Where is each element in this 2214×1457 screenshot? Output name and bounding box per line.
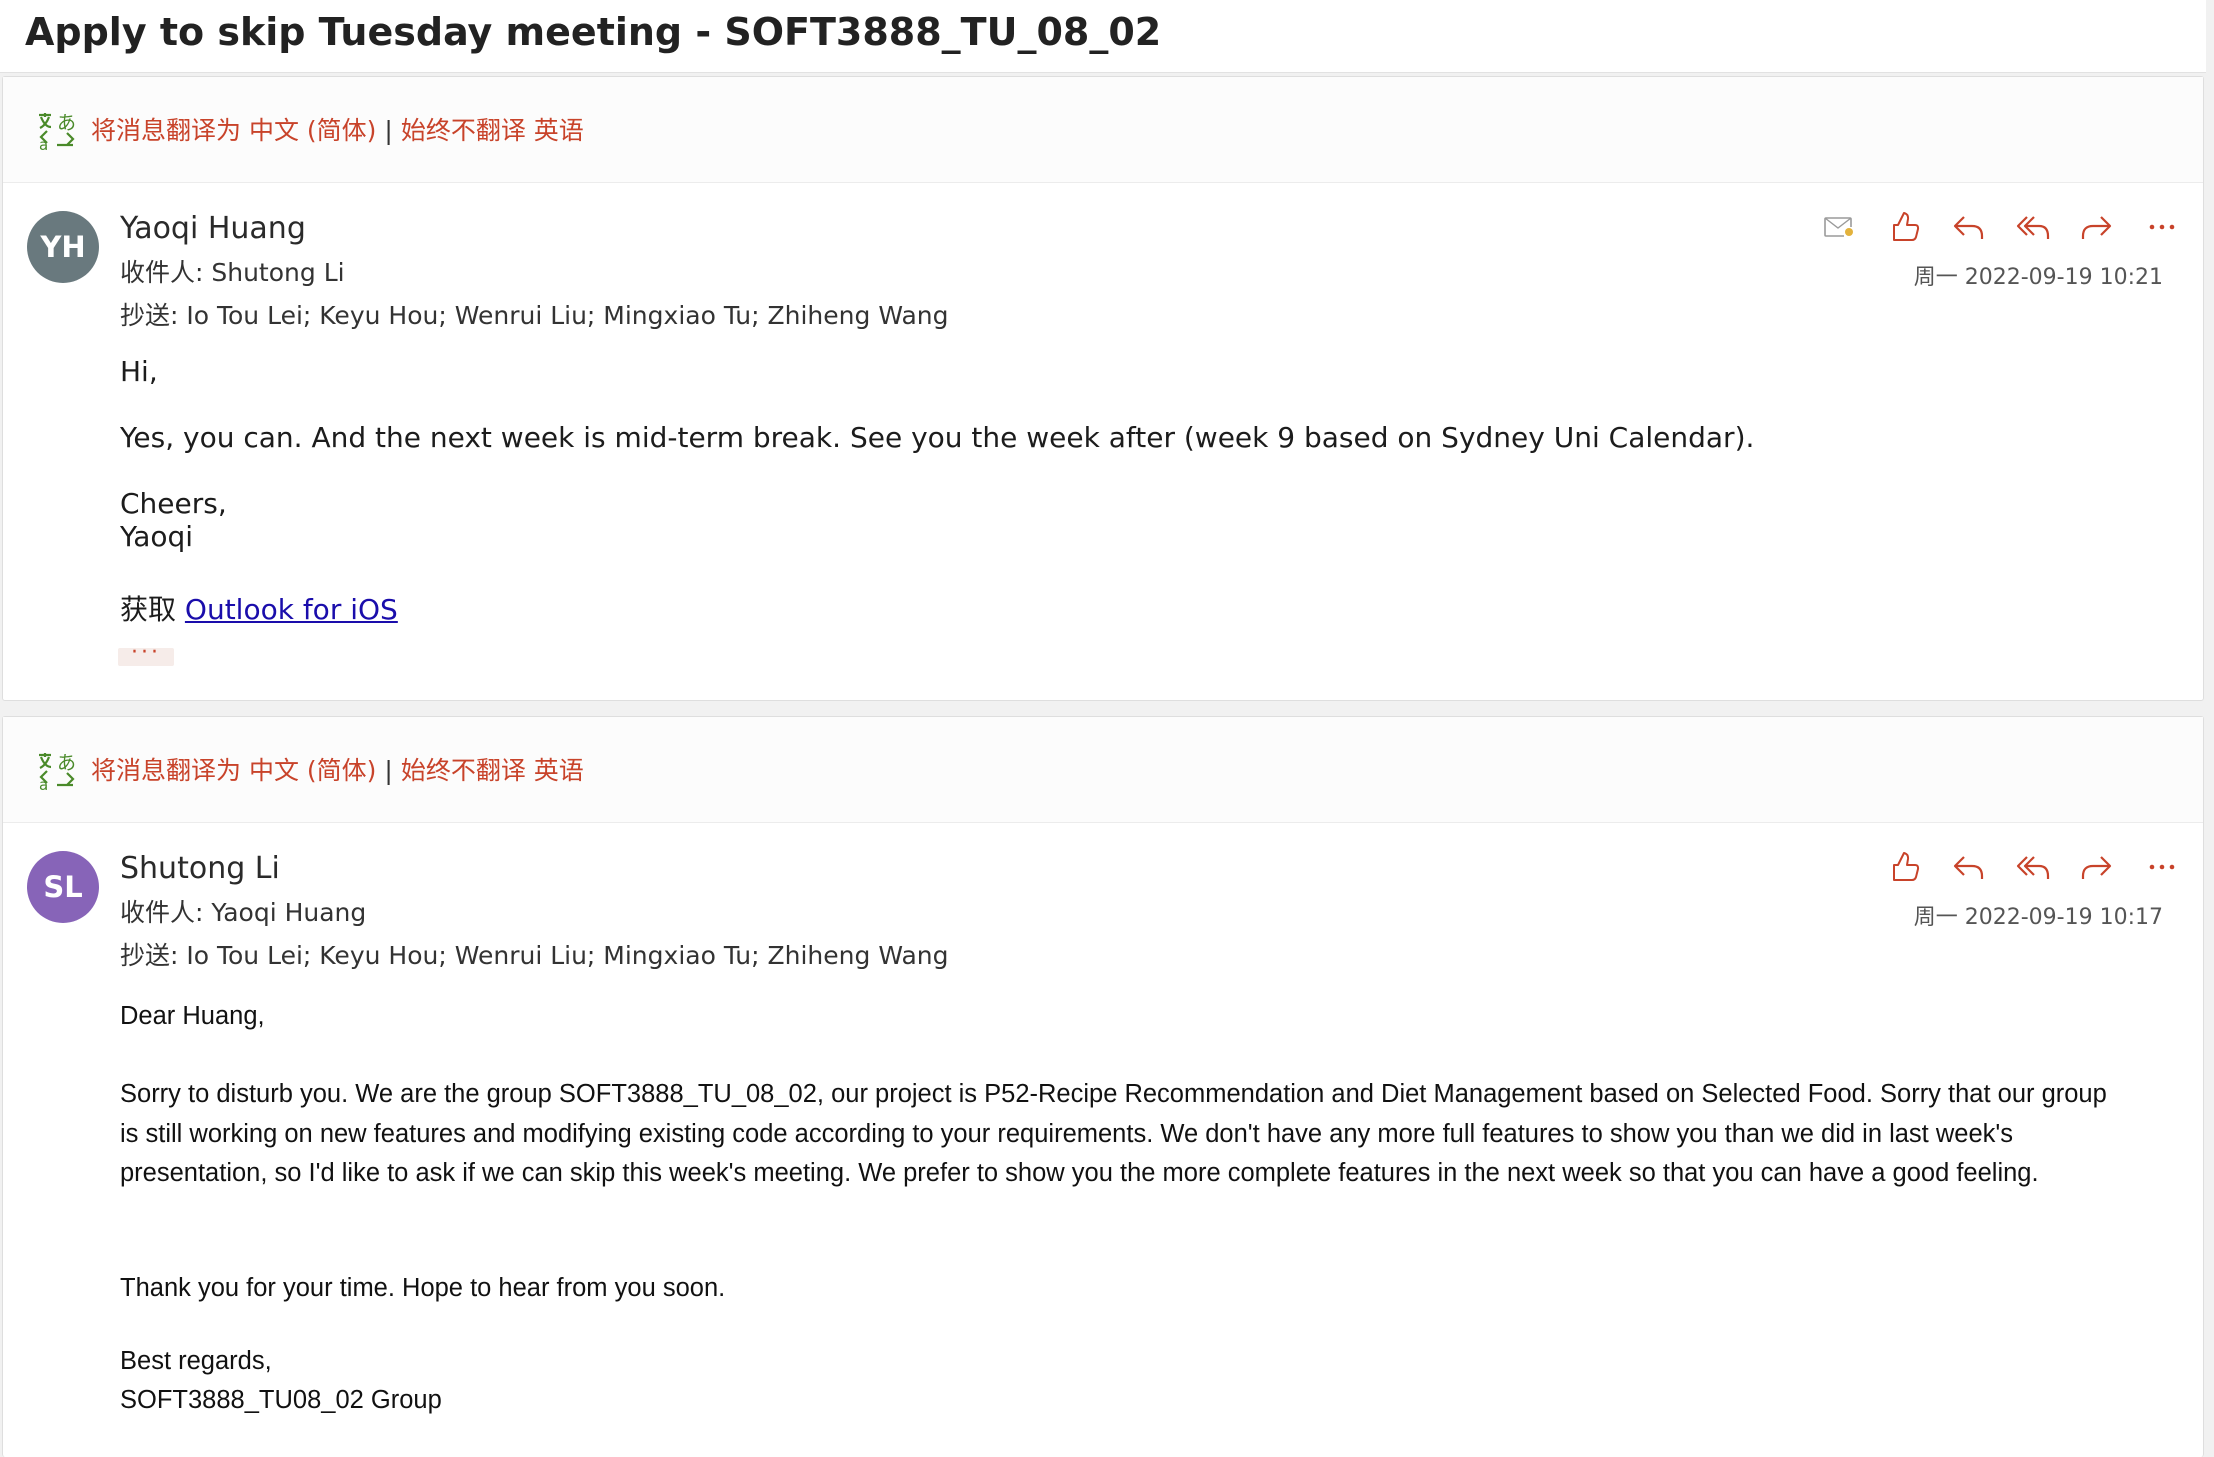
to-label: 收件人: (120, 898, 212, 927)
cc-label: 抄送: (120, 301, 187, 330)
translate-message-link[interactable]: 将消息翻译为 中文 (简体) (91, 756, 376, 785)
cc-recipients[interactable]: Io Tou Lei; Keyu Hou; Wenrui Liu; Mingxi… (186, 941, 948, 970)
message-card: 将消息翻译为 中文 (简体) | 始终不翻译 英语 SL Shutong Li 收件… (2, 716, 2204, 1457)
body-greeting: Dear Huang, (120, 1002, 265, 1030)
body-paragraph: Yes, you can. And the next week is mid-t… (120, 421, 1755, 454)
to-label: 收件人: (120, 258, 212, 287)
forward-icon[interactable] (2077, 847, 2117, 887)
translate-message-link[interactable]: 将消息翻译为 中文 (简体) (91, 116, 376, 145)
to-recipient[interactable]: Shutong Li (211, 258, 344, 287)
body-greeting: Hi, (120, 355, 158, 388)
reply-icon[interactable] (1948, 847, 1988, 887)
translation-options: 将消息翻译为 中文 (简体) | 始终不翻译 英语 (91, 751, 584, 787)
never-translate-link[interactable]: 始终不翻译 英语 (401, 116, 584, 145)
show-trimmed-content-button[interactable]: ··· (118, 642, 174, 666)
translation-bar: 将消息翻译为 中文 (简体) | 始终不翻译 英语 (3, 77, 2203, 183)
never-translate-link[interactable]: 始终不翻译 英语 (401, 756, 584, 785)
recipients-to: 收件人: Shutong Li (120, 253, 345, 289)
sender-name[interactable]: Yaoqi Huang (120, 211, 306, 246)
translate-icon (37, 751, 79, 791)
forward-icon[interactable] (2077, 207, 2117, 247)
more-icon[interactable] (2142, 207, 2182, 247)
message-date: 周一 2022-09-19 10:21 (1913, 265, 2163, 290)
translation-bar: 将消息翻译为 中文 (简体) | 始终不翻译 英语 (3, 717, 2203, 823)
separator: | (384, 756, 393, 785)
like-icon[interactable] (1883, 207, 1923, 247)
avatar[interactable]: SL (27, 851, 99, 923)
outlook-ios-line: 获取 Outlook for iOS (120, 588, 398, 628)
to-recipient[interactable]: Yaoqi Huang (211, 898, 366, 927)
body-signature: Yaoqi (120, 520, 194, 553)
message-date: 周一 2022-09-19 10:17 (1913, 905, 2163, 930)
recipients-cc: 抄送: Io Tou Lei; Keyu Hou; Wenrui Liu; Mi… (120, 936, 948, 972)
get-prefix: 获取 (120, 593, 185, 626)
translate-icon (37, 111, 79, 151)
message-actions (1883, 847, 2179, 887)
separator: | (384, 116, 393, 145)
email-subject: Apply to skip Tuesday meeting - SOFT3888… (25, 10, 1162, 54)
body-paragraph: Thank you for your time. Hope to hear fr… (120, 1274, 726, 1302)
message-card: 将消息翻译为 中文 (简体) | 始终不翻译 英语 YH Yaoqi Huang 收… (2, 76, 2204, 701)
cc-label: 抄送: (120, 941, 187, 970)
subject-header: Apply to skip Tuesday meeting - SOFT3888… (0, 0, 2206, 73)
recipients-cc: 抄送: Io Tou Lei; Keyu Hou; Wenrui Liu; Mi… (120, 296, 948, 332)
reply-all-icon[interactable] (2013, 847, 2053, 887)
outlook-ios-link[interactable]: Outlook for iOS (185, 593, 398, 626)
more-icon[interactable] (2142, 847, 2182, 887)
reply-icon[interactable] (1948, 207, 1988, 247)
recipients-to: 收件人: Yaoqi Huang (120, 893, 366, 929)
body-closing: Cheers, (120, 487, 227, 520)
avatar[interactable]: YH (27, 211, 99, 283)
reply-all-icon[interactable] (2013, 207, 2053, 247)
body-paragraph: Sorry to disturb you. We are the group S… (120, 1080, 2107, 1187)
body-signature: SOFT3888_TU08_02 Group (120, 1386, 442, 1414)
translation-options: 将消息翻译为 中文 (简体) | 始终不翻译 英语 (91, 111, 584, 147)
sender-name[interactable]: Shutong Li (120, 851, 280, 886)
mail-flag-icon[interactable] (1819, 207, 1859, 247)
like-icon[interactable] (1883, 847, 1923, 887)
cc-recipients[interactable]: Io Tou Lei; Keyu Hou; Wenrui Liu; Mingxi… (186, 301, 948, 330)
message-actions (1819, 207, 2179, 247)
body-closing: Best regards, (120, 1347, 272, 1375)
